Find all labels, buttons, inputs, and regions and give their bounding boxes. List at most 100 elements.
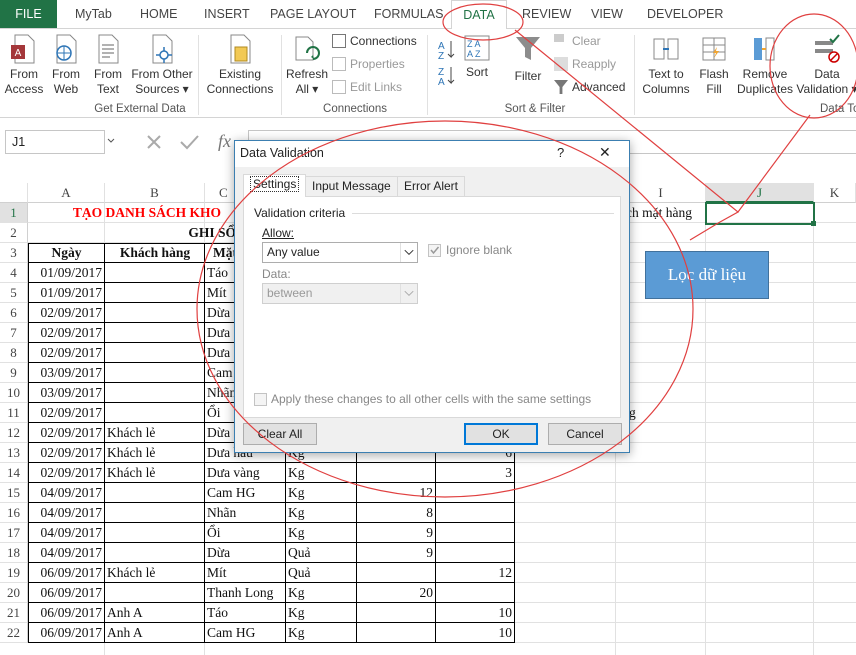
table-cell-k[interactable]	[105, 503, 205, 523]
table-cell-u[interactable]: Kg	[286, 503, 357, 523]
table-cell-d[interactable]: 02/09/2017	[28, 423, 105, 443]
row-header[interactable]: 3	[0, 243, 28, 263]
table-cell-m[interactable]: Mít	[205, 563, 286, 583]
tab-error-alert[interactable]: Error Alert	[397, 176, 466, 196]
table-cell-k[interactable]	[105, 543, 205, 563]
table-cell-d[interactable]: 03/09/2017	[28, 363, 105, 383]
name-box-dropdown-icon[interactable]	[106, 136, 116, 146]
sort-az-icon[interactable]: A Z Z A	[436, 37, 456, 85]
table-cell-k[interactable]	[105, 483, 205, 503]
tab-insert[interactable]: INSERT	[204, 0, 250, 28]
table-cell-d[interactable]: 02/09/2017	[28, 443, 105, 463]
table-cell-m[interactable]: Dưa vàng	[205, 463, 286, 483]
table-cell-d[interactable]: 06/09/2017	[28, 623, 105, 643]
insert-function-icon[interactable]: fx	[218, 131, 231, 152]
table-cell-q[interactable]	[357, 603, 436, 623]
table-cell-q[interactable]	[357, 563, 436, 583]
select-all-corner[interactable]	[0, 183, 28, 203]
table-cell-q[interactable]: 12	[357, 483, 436, 503]
table-cell-d[interactable]: 02/09/2017	[28, 303, 105, 323]
table-cell-q[interactable]: 8	[357, 503, 436, 523]
reapply-button[interactable]: Reapply	[554, 54, 616, 74]
table-cell-d[interactable]: 06/09/2017	[28, 583, 105, 603]
table-cell-d[interactable]: 04/09/2017	[28, 483, 105, 503]
from-access-button[interactable]: A From Access	[3, 33, 45, 97]
table-cell-k[interactable]: Khách lẻ	[105, 463, 205, 483]
table-cell-m[interactable]: Thanh Long	[205, 583, 286, 603]
table-cell-m[interactable]: Ổi	[205, 523, 286, 543]
table-cell-k[interactable]	[105, 323, 205, 343]
table-cell-d[interactable]: 02/09/2017	[28, 343, 105, 363]
data-validation-button[interactable]: Data Validation ▾	[796, 33, 856, 97]
row-header[interactable]: 22	[0, 623, 28, 643]
data-select[interactable]: between	[262, 283, 418, 304]
table-cell-k[interactable]	[105, 263, 205, 283]
row-header[interactable]: 14	[0, 463, 28, 483]
column-header-k[interactable]: K	[814, 183, 856, 203]
tab-home[interactable]: HOME	[140, 0, 178, 28]
table-cell-q[interactable]	[357, 623, 436, 643]
table-cell-e[interactable]: 12	[436, 563, 515, 583]
table-cell-m[interactable]: Cam HG	[205, 483, 286, 503]
fill-handle[interactable]	[811, 221, 816, 226]
table-cell-k[interactable]	[105, 583, 205, 603]
tab-settings[interactable]: Settings	[243, 174, 307, 197]
remove-duplicates-button[interactable]: Remove Duplicates	[736, 33, 794, 97]
table-cell-u[interactable]: Kg	[286, 463, 357, 483]
clear-all-button[interactable]: Clear All	[243, 423, 317, 445]
existing-connections-button[interactable]: Existing Connections	[202, 33, 278, 97]
table-cell-q[interactable]	[357, 463, 436, 483]
table-cell-k[interactable]	[105, 303, 205, 323]
column-header-c[interactable]: C	[205, 183, 235, 203]
tab-review[interactable]: REVIEW	[522, 0, 571, 28]
table-cell-k[interactable]	[105, 343, 205, 363]
table-cell-u[interactable]: Kg	[286, 583, 357, 603]
table-cell-u[interactable]: Quả	[286, 563, 357, 583]
row-header[interactable]: 5	[0, 283, 28, 303]
tab-mytab[interactable]: MyTab	[75, 0, 112, 28]
table-cell-k[interactable]	[105, 383, 205, 403]
table-cell-e[interactable]	[436, 503, 515, 523]
clear-filter-button[interactable]: Clear	[554, 31, 601, 51]
tab-view[interactable]: VIEW	[591, 0, 623, 28]
ok-button[interactable]: OK	[464, 423, 538, 445]
table-cell-k[interactable]	[105, 523, 205, 543]
tab-developer[interactable]: DEVELOPER	[647, 0, 723, 28]
row-header[interactable]: 11	[0, 403, 28, 423]
table-cell-m[interactable]: Dừa	[205, 543, 286, 563]
table-cell-q[interactable]: 9	[357, 543, 436, 563]
table-cell-m[interactable]: Nhãn	[205, 503, 286, 523]
edit-links-button[interactable]: Edit Links	[332, 77, 402, 97]
table-cell-e[interactable]	[436, 523, 515, 543]
table-cell-e[interactable]: 10	[436, 623, 515, 643]
column-header-b[interactable]: B	[105, 183, 205, 203]
table-cell-m[interactable]: Táo	[205, 603, 286, 623]
table-cell-u[interactable]: Kg	[286, 483, 357, 503]
row-header[interactable]: 1	[0, 203, 28, 223]
table-cell-k[interactable]: Khách lẻ	[105, 443, 205, 463]
table-cell-k[interactable]	[105, 403, 205, 423]
table-cell-e[interactable]: 10	[436, 603, 515, 623]
table-cell-k[interactable]: Anh A	[105, 603, 205, 623]
table-cell-k[interactable]	[105, 283, 205, 303]
tab-formulas[interactable]: FORMULAS	[374, 0, 443, 28]
flash-fill-button[interactable]: Flash Fill	[694, 33, 734, 97]
filter-button[interactable]: Filter	[510, 33, 546, 84]
table-cell-d[interactable]: 04/09/2017	[28, 523, 105, 543]
sort-button[interactable]: Z A A Z Sort	[460, 33, 494, 80]
row-header[interactable]: 19	[0, 563, 28, 583]
from-web-button[interactable]: From Web	[46, 33, 86, 97]
help-icon[interactable]: ?	[557, 145, 564, 160]
row-header[interactable]: 7	[0, 323, 28, 343]
table-cell-u[interactable]: Quả	[286, 543, 357, 563]
table-cell-k[interactable]: Anh A	[105, 623, 205, 643]
from-text-button[interactable]: From Text	[88, 33, 128, 97]
table-cell-e[interactable]	[436, 483, 515, 503]
text-to-columns-button[interactable]: Text to Columns	[638, 33, 694, 97]
row-header[interactable]: 20	[0, 583, 28, 603]
tab-page-layout[interactable]: PAGE LAYOUT	[270, 0, 356, 28]
table-cell-u[interactable]: Kg	[286, 523, 357, 543]
cancel-button[interactable]: Cancel	[548, 423, 622, 445]
row-header[interactable]: 17	[0, 523, 28, 543]
properties-button[interactable]: Properties	[332, 54, 405, 74]
